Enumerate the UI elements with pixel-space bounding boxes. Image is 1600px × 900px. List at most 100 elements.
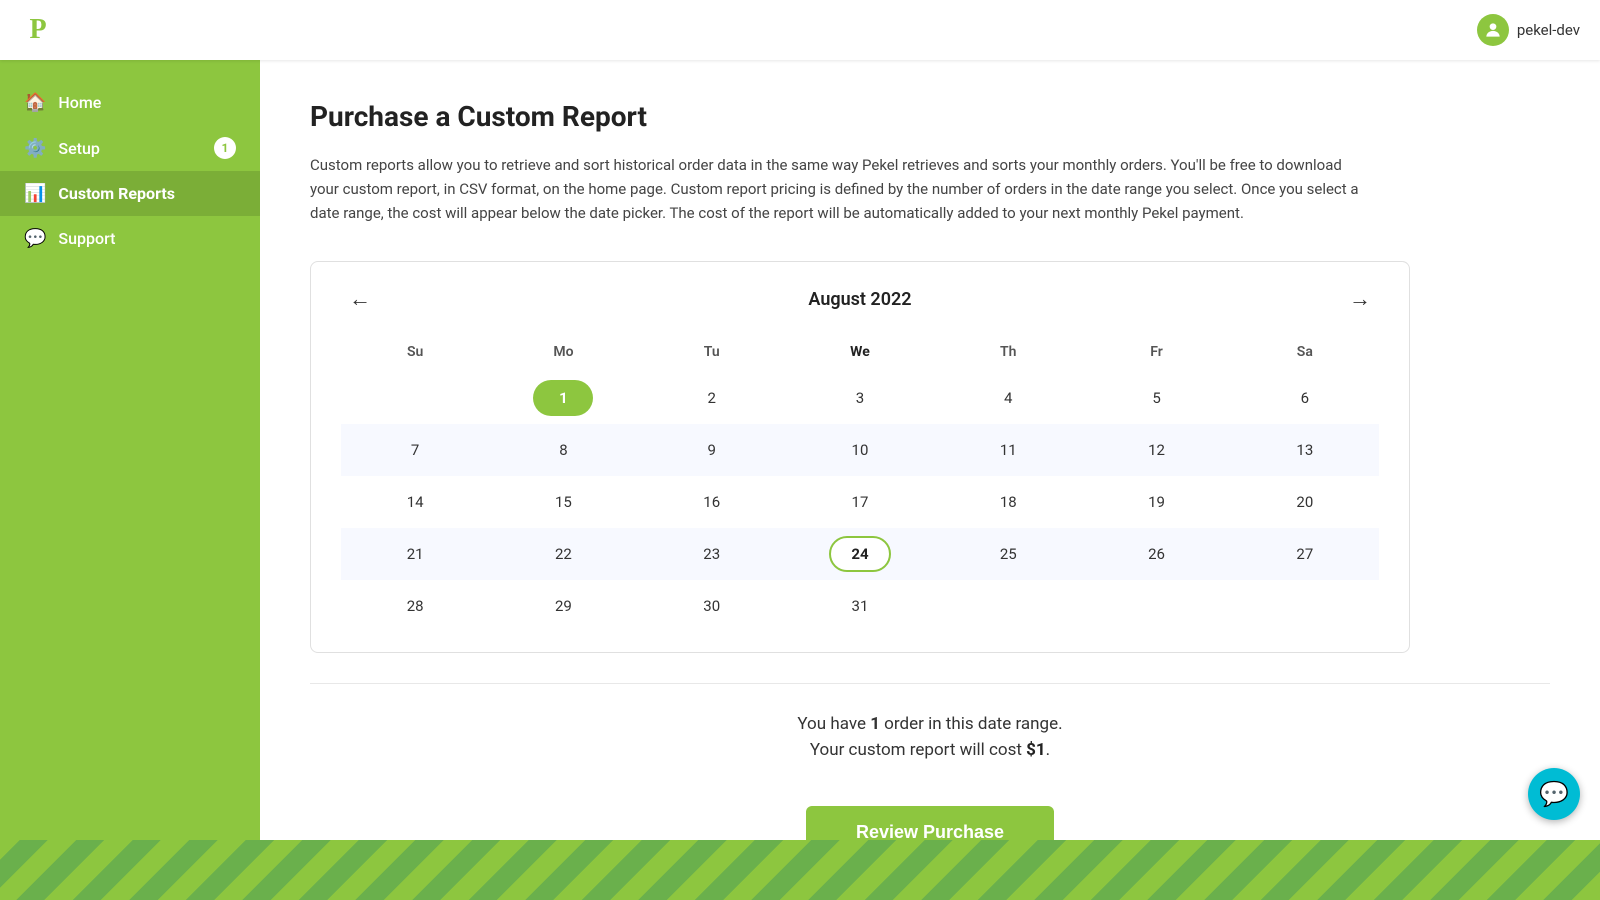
calendar-day[interactable]: 27: [1287, 536, 1323, 572]
calendar-day[interactable]: 5: [1139, 380, 1175, 416]
table-row[interactable]: 2: [638, 372, 786, 424]
col-header-su: Su: [341, 336, 489, 372]
logo: P: [20, 12, 56, 48]
calendar-day[interactable]: 15: [545, 484, 581, 520]
table-row: [934, 580, 1082, 632]
username: pekel-dev: [1517, 21, 1580, 39]
table-row[interactable]: 29: [489, 580, 637, 632]
sidebar-item-support[interactable]: 💬 Support: [0, 216, 260, 261]
table-row[interactable]: 22: [489, 528, 637, 580]
table-row[interactable]: 30: [638, 580, 786, 632]
calendar-day[interactable]: 28: [397, 588, 433, 624]
calendar-day[interactable]: 7: [397, 432, 433, 468]
calendar-day[interactable]: 6: [1287, 380, 1323, 416]
table-row: [341, 372, 489, 424]
separator: [310, 683, 1550, 684]
calendar-day[interactable]: 17: [842, 484, 878, 520]
calendar-grid: Su Mo Tu We Th Fr Sa 1234567891011121314…: [341, 336, 1379, 632]
table-row[interactable]: 21: [341, 528, 489, 580]
calendar-day[interactable]: 22: [545, 536, 581, 572]
calendar-day[interactable]: 3: [842, 380, 878, 416]
calendar-day[interactable]: 8: [545, 432, 581, 468]
prev-month-button[interactable]: ←: [341, 282, 379, 316]
setup-icon: ⚙️: [24, 138, 46, 159]
table-row[interactable]: 27: [1231, 528, 1379, 580]
calendar: ← August 2022 → Su Mo Tu We Th Fr Sa: [310, 261, 1410, 653]
home-icon: 🏠: [24, 92, 46, 113]
next-month-button[interactable]: →: [1341, 282, 1379, 316]
table-row[interactable]: 20: [1231, 476, 1379, 528]
table-row[interactable]: 1: [489, 372, 637, 424]
calendar-day-selected-start[interactable]: 1: [533, 380, 593, 416]
sidebar-label-home: Home: [58, 93, 101, 112]
table-row[interactable]: 19: [1082, 476, 1230, 528]
table-row[interactable]: 6: [1231, 372, 1379, 424]
review-purchase-button[interactable]: Review Purchase: [806, 806, 1054, 840]
table-row[interactable]: 17: [786, 476, 934, 528]
calendar-header: ← August 2022 →: [341, 282, 1379, 316]
calendar-day[interactable]: 26: [1139, 536, 1175, 572]
calendar-day[interactable]: 12: [1139, 432, 1175, 468]
calendar-day[interactable]: 29: [545, 588, 581, 624]
col-header-sa: Sa: [1231, 336, 1379, 372]
page-title: Purchase a Custom Report: [310, 100, 1550, 133]
col-header-tu: Tu: [638, 336, 786, 372]
table-row[interactable]: 25: [934, 528, 1082, 580]
calendar-day[interactable]: 9: [694, 432, 730, 468]
calendar-day-selected-end[interactable]: 24: [829, 536, 890, 572]
table-row[interactable]: 23: [638, 528, 786, 580]
table-row[interactable]: 7: [341, 424, 489, 476]
cost-prefix-1: You have: [797, 714, 870, 734]
sidebar-item-setup[interactable]: ⚙️ Setup 1: [0, 125, 260, 171]
table-row[interactable]: 9: [638, 424, 786, 476]
support-icon: 💬: [24, 228, 46, 249]
chat-button[interactable]: 💬: [1528, 768, 1580, 820]
table-row[interactable]: 18: [934, 476, 1082, 528]
table-row[interactable]: 3: [786, 372, 934, 424]
calendar-day[interactable]: 11: [990, 432, 1026, 468]
col-header-th: Th: [934, 336, 1082, 372]
calendar-day[interactable]: 21: [397, 536, 433, 572]
calendar-month-label: August 2022: [808, 289, 911, 310]
table-row[interactable]: 14: [341, 476, 489, 528]
table-row[interactable]: 11: [934, 424, 1082, 476]
sidebar-item-home[interactable]: 🏠 Home: [0, 80, 260, 125]
table-row[interactable]: 31: [786, 580, 934, 632]
cost-summary: You have 1 order in this date range. You…: [310, 694, 1550, 776]
calendar-day[interactable]: 14: [397, 484, 433, 520]
calendar-day[interactable]: 13: [1287, 432, 1323, 468]
table-row[interactable]: 10: [786, 424, 934, 476]
header: P pekel-dev: [0, 0, 1600, 60]
calendar-day[interactable]: 31: [842, 588, 878, 624]
sidebar-item-custom-reports[interactable]: 📊 Custom Reports: [0, 171, 260, 216]
stripe-bottom: [0, 840, 1600, 900]
calendar-day[interactable]: 23: [694, 536, 730, 572]
table-row[interactable]: 5: [1082, 372, 1230, 424]
table-row[interactable]: 15: [489, 476, 637, 528]
calendar-day[interactable]: 4: [990, 380, 1026, 416]
table-row[interactable]: 24: [786, 528, 934, 580]
user-info[interactable]: pekel-dev: [1477, 14, 1580, 46]
main-layout: 🏠 Home ⚙️ Setup 1 📊 Custom Reports 💬 Sup…: [0, 60, 1600, 840]
calendar-day[interactable]: 30: [694, 588, 730, 624]
table-row[interactable]: 8: [489, 424, 637, 476]
calendar-day[interactable]: 25: [990, 536, 1026, 572]
sidebar: 🏠 Home ⚙️ Setup 1 📊 Custom Reports 💬 Sup…: [0, 60, 260, 840]
table-row[interactable]: 12: [1082, 424, 1230, 476]
table-row[interactable]: 28: [341, 580, 489, 632]
table-row[interactable]: 16: [638, 476, 786, 528]
review-button-container: Review Purchase: [310, 806, 1550, 840]
cost-line-2: Your custom report will cost $1.: [310, 740, 1550, 760]
table-row: [1082, 580, 1230, 632]
table-row[interactable]: 4: [934, 372, 1082, 424]
cost-suffix-2: .: [1046, 740, 1050, 760]
table-row[interactable]: 13: [1231, 424, 1379, 476]
calendar-day[interactable]: 16: [694, 484, 730, 520]
table-row[interactable]: 26: [1082, 528, 1230, 580]
calendar-day[interactable]: 18: [990, 484, 1026, 520]
calendar-day[interactable]: 2: [694, 380, 730, 416]
calendar-day[interactable]: 10: [842, 432, 878, 468]
calendar-day[interactable]: 20: [1287, 484, 1323, 520]
calendar-day[interactable]: 19: [1139, 484, 1175, 520]
chat-icon: 💬: [1539, 780, 1569, 808]
